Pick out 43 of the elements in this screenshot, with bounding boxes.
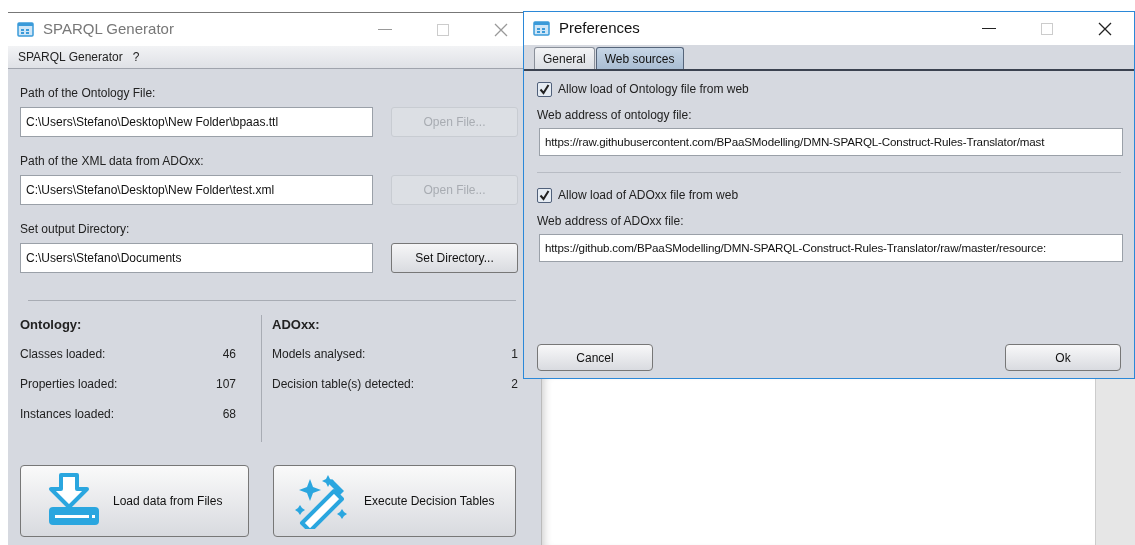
close-icon <box>494 22 508 37</box>
address-field[interactable]: https://raw.githubusercontent.com/BPaaSModelling/DMN-SPARQL-Construct-Rules-Translator/mast <box>539 128 1123 156</box>
field-label: Set output Directory: <box>20 222 131 236</box>
field-label: Path of the Ontology File: <box>20 86 157 100</box>
menu-item[interactable]: ? <box>132 48 140 66</box>
field-label: Web address of ontology file: <box>537 107 693 124</box>
checkbox-label: Allow load of ADOxx file from web <box>558 187 739 204</box>
app-icon <box>17 21 35 38</box>
minimize-icon <box>378 28 392 31</box>
window-title: Preferences <box>559 18 640 39</box>
action-button[interactable]: Load data from Files <box>20 465 249 537</box>
tab[interactable]: Web sources <box>595 47 684 69</box>
field-label: Path of the XML data from ADOxx: <box>20 154 205 168</box>
stat-label: Properties loaded: <box>20 376 118 391</box>
stat-value: 68 <box>222 406 236 421</box>
stat-label: Classes loaded: <box>20 346 106 361</box>
checkbox[interactable] <box>537 187 552 203</box>
window-title: SPARQL Generator <box>43 19 174 40</box>
dialog-button[interactable]: Ok <box>1005 344 1121 371</box>
field-label: Web address of ADOxx file: <box>537 213 685 230</box>
dialog-button[interactable]: Cancel <box>537 344 653 371</box>
stat-label: Decision table(s) detected: <box>272 376 415 391</box>
section-heading: ADOxx: <box>272 316 321 331</box>
address-field[interactable]: https://github.com/BPaaSModelling/DMN-SPARQL-Construct-Rules-Translator/raw/master/resource: <box>539 234 1123 262</box>
tab[interactable]: General <box>534 47 595 69</box>
minimize-icon <box>982 27 996 30</box>
checkbox[interactable] <box>537 81 552 97</box>
maximize-icon <box>437 23 449 36</box>
checkbox-label: Allow load of Ontology file from web <box>558 81 749 98</box>
maximize-icon <box>1041 22 1053 35</box>
stat-value: 107 <box>215 376 236 391</box>
stat-label: Models analysed: <box>272 346 366 361</box>
app-icon <box>533 20 551 37</box>
close-icon <box>1098 21 1112 36</box>
path-field[interactable]: C:\Users\Stefano\Documents <box>20 243 373 273</box>
stat-value: 46 <box>222 346 236 361</box>
section-heading: Ontology: <box>20 316 83 331</box>
stat-label: Instances loaded: <box>20 406 115 421</box>
stat-value: 1 <box>511 346 518 361</box>
stat-value: 2 <box>511 376 518 391</box>
file-button[interactable]: Set Directory... <box>391 243 518 273</box>
action-button[interactable]: Execute Decision Tables <box>273 465 516 537</box>
menu-item[interactable]: SPARQL Generator <box>18 48 123 66</box>
